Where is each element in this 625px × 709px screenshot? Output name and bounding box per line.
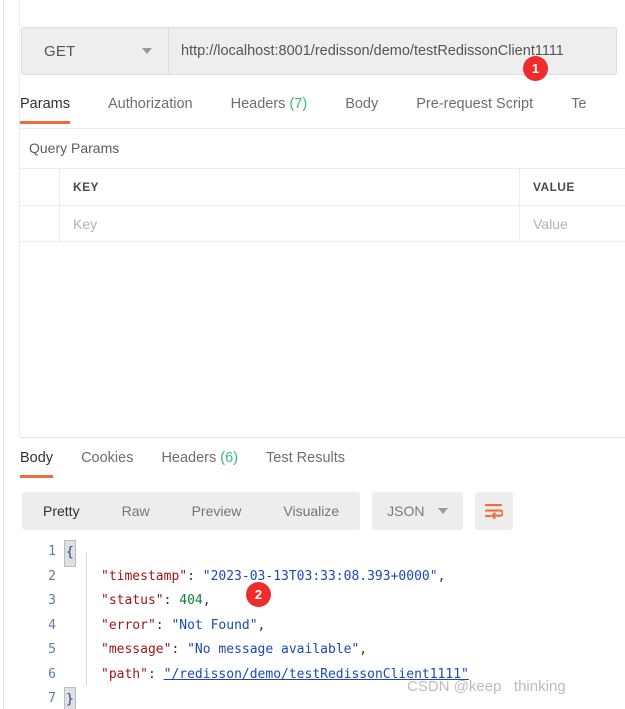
json-colon: :	[147, 666, 164, 682]
line-number: 1	[48, 544, 56, 559]
view-mode-raw[interactable]: Raw	[101, 492, 171, 530]
code-line: 5 "message": "No message available",	[20, 638, 625, 663]
annotation-badge-1: 1	[523, 56, 548, 81]
code-content: {	[64, 540, 625, 567]
view-mode-visualize[interactable]: Visualize	[262, 492, 360, 530]
code-content: "timestamp": "2023-03-13T03:33:08.393+00…	[65, 565, 625, 590]
line-number: 3	[48, 593, 56, 608]
annotation-badge-2: 2	[246, 582, 271, 607]
code-line: 2 "timestamp": "2023-03-13T03:33:08.393+…	[20, 565, 625, 590]
json-colon: :	[187, 568, 203, 584]
request-tabs: Params Authorization Headers (7) Body Pr…	[20, 92, 625, 129]
json-colon: :	[163, 593, 180, 608]
tab-body-label: Body	[345, 96, 379, 112]
tab-response-body-label: Body	[20, 450, 54, 466]
json-value: "Not Found"	[171, 617, 258, 633]
json-key: "message"	[101, 642, 172, 657]
tab-response-body[interactable]: Body	[20, 446, 54, 478]
param-value-placeholder: Value	[533, 215, 568, 232]
request-response-splitter[interactable]	[20, 437, 625, 438]
tab-authorization-label: Authorization	[107, 96, 193, 112]
tab-response-cookies-label: Cookies	[81, 450, 134, 466]
tab-headers-count: (7)	[289, 96, 308, 112]
chevron-down-icon	[142, 48, 152, 54]
tab-authorization[interactable]: Authorization	[108, 92, 193, 124]
row-checkbox-cell[interactable]	[20, 206, 60, 241]
tab-body[interactable]: Body	[345, 92, 378, 124]
request-tabs-divider	[20, 128, 625, 129]
left-panel-border	[3, 0, 4, 709]
watermark: CSDN @keep thinking	[407, 678, 566, 695]
json-value: "2023-03-13T03:33:08.393+0000"	[202, 568, 438, 584]
column-header-key: KEY	[60, 169, 520, 205]
view-mode-pretty[interactable]: Pretty	[22, 492, 101, 530]
tab-headers[interactable]: Headers (7)	[231, 92, 308, 124]
query-params-table: KEY VALUE Key Value	[20, 168, 625, 242]
json-open-brace: {	[64, 540, 76, 567]
wrap-lines-icon	[485, 504, 504, 519]
table-header-row: KEY VALUE	[20, 169, 625, 205]
view-mode-preview[interactable]: Preview	[171, 492, 263, 530]
json-comma: ,	[437, 568, 446, 584]
json-comma: ,	[359, 642, 368, 657]
postman-window: GET http://localhost:8001/redisson/demo/…	[0, 0, 625, 709]
json-colon: :	[171, 642, 188, 657]
tab-response-headers-count: (6)	[220, 450, 239, 466]
chevron-down-icon	[437, 508, 448, 514]
http-method-select[interactable]: GET	[22, 28, 169, 74]
code-content: "error": "Not Found",	[65, 614, 625, 639]
select-all-checkbox-cell[interactable]	[20, 169, 60, 205]
json-key: "timestamp"	[101, 568, 188, 584]
tab-params-label: Params	[20, 96, 70, 112]
column-header-key-label: KEY	[73, 180, 99, 194]
line-number: 6	[48, 666, 56, 682]
json-comma: ,	[257, 617, 266, 633]
json-value: "No message available"	[187, 642, 360, 657]
tab-pre-request-script-label: Pre-request Script	[416, 96, 534, 112]
http-method-label: GET	[44, 42, 76, 60]
json-key: "error"	[101, 617, 156, 633]
tab-params[interactable]: Params	[20, 92, 70, 124]
json-comma: ,	[202, 593, 211, 608]
param-value-input[interactable]: Value	[520, 206, 625, 241]
tab-test-results-label: Test Results	[266, 450, 346, 466]
response-view-toolbar: Pretty Raw Preview Visualize JSON	[22, 492, 513, 530]
tab-tests[interactable]: Te	[571, 92, 586, 124]
json-key: "path"	[101, 666, 148, 682]
tab-response-headers-label: Headers	[161, 450, 217, 466]
tab-test-results[interactable]: Test Results	[266, 446, 345, 478]
wrap-lines-button[interactable]	[474, 492, 513, 530]
response-format-label: JSON	[387, 503, 425, 519]
tab-pre-request-script[interactable]: Pre-request Script	[416, 92, 533, 124]
tab-headers-label: Headers	[230, 96, 286, 112]
column-header-value-label: VALUE	[533, 180, 575, 194]
json-value: 404	[179, 593, 203, 608]
code-content: "message": "No message available",	[65, 638, 625, 663]
code-line: 4 "error": "Not Found",	[20, 614, 625, 639]
code-content: "status": 404,	[65, 589, 625, 614]
json-close-brace: }	[64, 687, 76, 709]
query-params-title: Query Params	[29, 140, 120, 156]
json-key: "status"	[101, 593, 164, 608]
request-url-input[interactable]: http://localhost:8001/redisson/demo/test…	[169, 28, 616, 74]
line-number: 4	[48, 617, 56, 633]
param-key-input[interactable]: Key	[60, 206, 520, 241]
line-number: 7	[48, 691, 56, 706]
view-mode-group: Pretty Raw Preview Visualize	[22, 492, 361, 530]
response-tabs: Body Cookies Headers (6) Test Results	[20, 446, 373, 478]
tab-response-cookies[interactable]: Cookies	[81, 446, 133, 478]
code-line: 1 {	[20, 540, 625, 567]
response-format-select[interactable]: JSON	[372, 492, 463, 530]
line-number: 2	[48, 568, 56, 584]
line-number: 5	[48, 642, 56, 657]
json-colon: :	[155, 617, 172, 633]
tab-tests-label: Te	[571, 96, 587, 112]
column-header-value: VALUE	[520, 169, 625, 205]
table-row: Key Value	[20, 205, 625, 241]
param-key-placeholder: Key	[73, 215, 98, 232]
code-line: 3 "status": 404,	[20, 589, 625, 614]
tab-response-headers[interactable]: Headers (6)	[161, 446, 238, 478]
